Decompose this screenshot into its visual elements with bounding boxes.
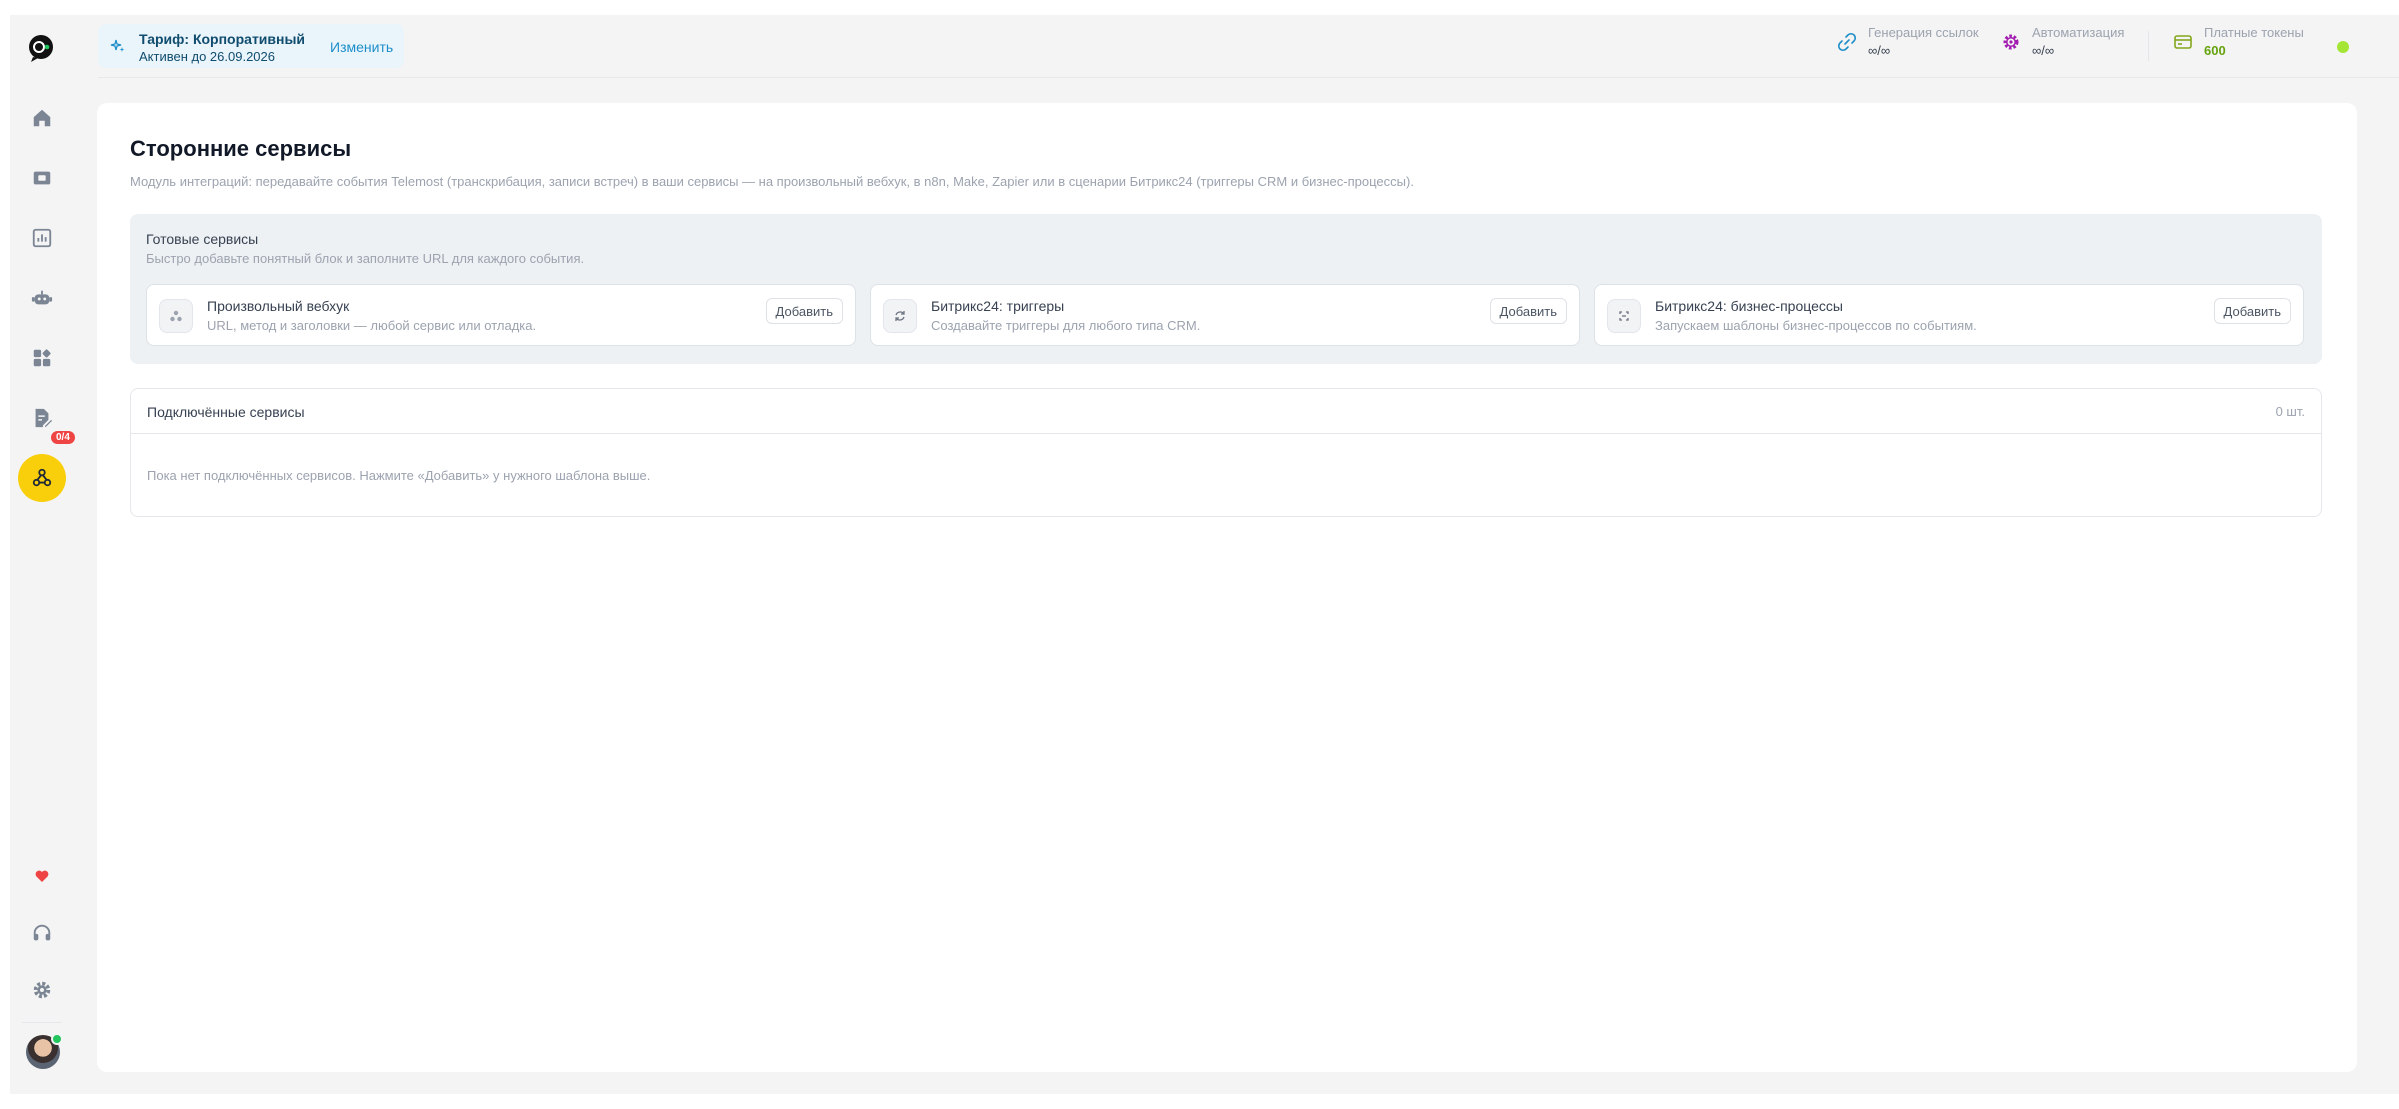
sparkle-icon (110, 39, 125, 52)
sidebar: 0/4 (10, 15, 75, 1094)
tariff-widget: Тариф: Корпоративный Активен до 26.09.20… (98, 24, 404, 68)
robot-icon (31, 290, 53, 305)
service-description: URL, метод и заголовки — любой сервис ил… (207, 318, 537, 333)
sidebar-item-video[interactable] (18, 154, 66, 202)
apps-icon (33, 349, 51, 367)
add-bitrix-processes-button[interactable]: Добавить (2213, 298, 2291, 324)
sidebar-item-favorites[interactable] (18, 852, 66, 900)
connected-services-title: Подключённые сервисы (147, 404, 305, 420)
header-separator (98, 77, 2399, 78)
tariff-title: Тариф: Корпоративный (139, 31, 306, 47)
tariff-expiry: Активен до 26.09.2026 (139, 49, 275, 64)
process-icon (1619, 311, 1629, 321)
service-name: Битрикс24: бизнес-процессы (1655, 298, 1843, 314)
stat-label: Платные токены (2204, 25, 2304, 40)
gear-icon (2003, 34, 2019, 50)
add-webhook-button[interactable]: Добавить (765, 298, 843, 324)
documents-badge: 0/4 (51, 431, 75, 444)
service-icon (1607, 299, 1641, 333)
stat-label: Генерация ссылок (1868, 25, 1979, 40)
home-icon (33, 109, 51, 127)
webhook-icon (32, 468, 52, 487)
sidebar-divider (22, 1022, 62, 1023)
settings-icon (33, 981, 51, 999)
sidebar-item-bots[interactable] (18, 274, 66, 322)
connected-services-header: Подключённые сервисы 0 шт. (131, 389, 2321, 434)
service-icon (883, 299, 917, 333)
ready-services-subtitle: Быстро добавьте понятный блок и заполнит… (146, 251, 585, 266)
service-description: Создавайте триггеры для любого типа CRM. (931, 318, 1201, 333)
connected-services-count: 0 шт. (2275, 404, 2305, 419)
chart-icon (32, 228, 52, 248)
online-status-dot (51, 1033, 63, 1045)
avatar[interactable] (26, 1033, 63, 1069)
stat-value: 600 (2204, 43, 2226, 58)
headset-icon (33, 924, 51, 941)
app-window: 0/4 Тариф: Корпоративный Активен до 26.0… (10, 15, 2399, 1094)
wallet-icon (2174, 35, 2192, 49)
sidebar-item-home[interactable] (18, 94, 66, 142)
service-card-bitrix-triggers: Битрикс24: триггеры Создавайте триггеры … (870, 284, 1580, 346)
logo-icon[interactable] (27, 33, 57, 63)
video-icon (33, 171, 51, 185)
service-description: Запускаем шаблоны бизнес-процессов по со… (1655, 318, 1977, 333)
ready-services-title: Готовые сервисы (146, 231, 259, 247)
page-description: Модуль интеграций: передавайте события T… (130, 174, 1414, 189)
main-card: Сторонние сервисы Модуль интеграций: пер… (97, 103, 2357, 1072)
sidebar-item-support[interactable] (18, 909, 66, 957)
sidebar-item-settings[interactable] (18, 966, 66, 1014)
refresh-icon (895, 311, 905, 321)
service-card-webhook: Произвольный вебхук URL, метод и заголов… (146, 284, 856, 346)
link-icon (1837, 32, 1857, 52)
service-name: Произвольный вебхук (207, 298, 350, 314)
service-card-bitrix-processes: Битрикс24: бизнес-процессы Запускаем шаб… (1594, 284, 2304, 346)
connection-status-dot (2337, 41, 2349, 53)
webhook-icon (170, 310, 182, 322)
sidebar-item-apps[interactable] (18, 334, 66, 382)
add-bitrix-triggers-button[interactable]: Добавить (1489, 298, 1567, 324)
ready-services-panel: Готовые сервисы Быстро добавьте понятный… (130, 214, 2322, 364)
stat-value: ∞/∞ (1868, 43, 1891, 58)
header-divider (2148, 31, 2149, 61)
service-icon (159, 299, 193, 333)
sidebar-item-analytics[interactable] (18, 214, 66, 262)
change-tariff-link[interactable]: Изменить (330, 39, 393, 55)
sidebar-item-documents[interactable]: 0/4 (18, 394, 75, 444)
document-edit-icon (35, 408, 53, 428)
empty-state-text: Пока нет подключённых сервисов. Нажмите … (147, 468, 651, 483)
stat-value: ∞/∞ (2032, 43, 2055, 58)
connected-services-panel: Подключённые сервисы 0 шт. Пока нет подк… (130, 388, 2322, 517)
service-name: Битрикс24: триггеры (931, 298, 1065, 314)
sidebar-item-integrations[interactable] (18, 454, 66, 502)
heart-icon (35, 870, 49, 882)
page-title: Сторонние сервисы (130, 136, 352, 161)
stat-label: Автоматизация (2032, 25, 2125, 40)
